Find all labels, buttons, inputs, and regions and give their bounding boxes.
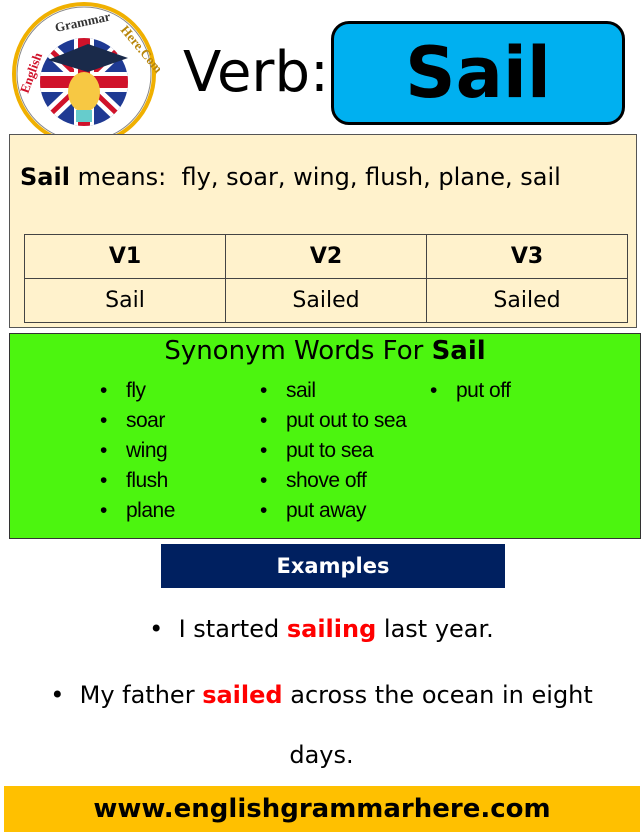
meaning-word: Sail bbox=[20, 163, 70, 191]
cell-v1: Sail bbox=[24, 278, 226, 323]
list-item: soar bbox=[100, 408, 175, 438]
highlighted-verb: sailed bbox=[202, 681, 283, 709]
header-v3: V3 bbox=[426, 234, 628, 279]
cell-v3: Sailed bbox=[426, 278, 628, 323]
synonym-column-1: fly soar wing flush plane bbox=[100, 378, 175, 528]
synonym-column-3: put off bbox=[430, 378, 511, 408]
meaning-synonyms: fly, soar, wing, flush, plane, sail bbox=[181, 163, 561, 191]
text: My father bbox=[79, 681, 195, 709]
text: I started bbox=[178, 615, 280, 643]
verb-word-box: Sail bbox=[331, 21, 625, 125]
meaning-panel: Sail means: fly, soar, wing, flush, plan… bbox=[9, 134, 637, 328]
list-item: sail bbox=[260, 378, 406, 408]
list-item: fly bbox=[100, 378, 175, 408]
list-item: put out to sea bbox=[260, 408, 407, 438]
table-header-row: V1 V2 V3 bbox=[24, 234, 628, 279]
footer-url: www.englishgrammarhere.com bbox=[4, 786, 640, 832]
list-item: put off bbox=[430, 378, 511, 408]
meaning-text: Sail means: fly, soar, wing, flush, plan… bbox=[20, 163, 561, 191]
title-word: Sail bbox=[431, 336, 486, 366]
header-v2: V2 bbox=[225, 234, 427, 279]
logo: English Grammar Here.Com bbox=[12, 2, 160, 146]
header-v1: V1 bbox=[24, 234, 226, 279]
text: last year. bbox=[383, 615, 494, 643]
cell-v2: Sailed bbox=[225, 278, 427, 323]
example-sentence-continuation: days. bbox=[289, 741, 354, 769]
highlighted-verb: sailing bbox=[286, 615, 377, 643]
verb-forms-table: V1 V2 V3 Sail Sailed Sailed bbox=[24, 234, 628, 323]
text: across the ocean in eight bbox=[290, 681, 593, 709]
list-item: put away bbox=[260, 498, 406, 528]
example-sentence: • My father sailed across the ocean in e… bbox=[50, 681, 593, 709]
synonyms-title: Synonym Words For Sail bbox=[10, 336, 640, 366]
examples-heading: Examples bbox=[161, 544, 505, 588]
synonym-column-2: sail put out to sea put to sea shove off… bbox=[260, 378, 407, 528]
table-row: Sail Sailed Sailed bbox=[24, 278, 628, 323]
list-item: put to sea bbox=[260, 438, 406, 468]
verb-label: Verb: bbox=[183, 40, 329, 105]
list-item: flush bbox=[100, 468, 175, 498]
title-prefix: Synonym Words For bbox=[164, 336, 424, 366]
list-item: shove off bbox=[260, 468, 406, 498]
meaning-label: means: bbox=[77, 163, 167, 191]
list-item: wing bbox=[100, 438, 175, 468]
list-item: plane bbox=[100, 498, 175, 528]
synonyms-panel: Synonym Words For Sail fly soar wing flu… bbox=[9, 333, 641, 539]
example-sentence: • I started sailing last year. bbox=[149, 615, 494, 643]
